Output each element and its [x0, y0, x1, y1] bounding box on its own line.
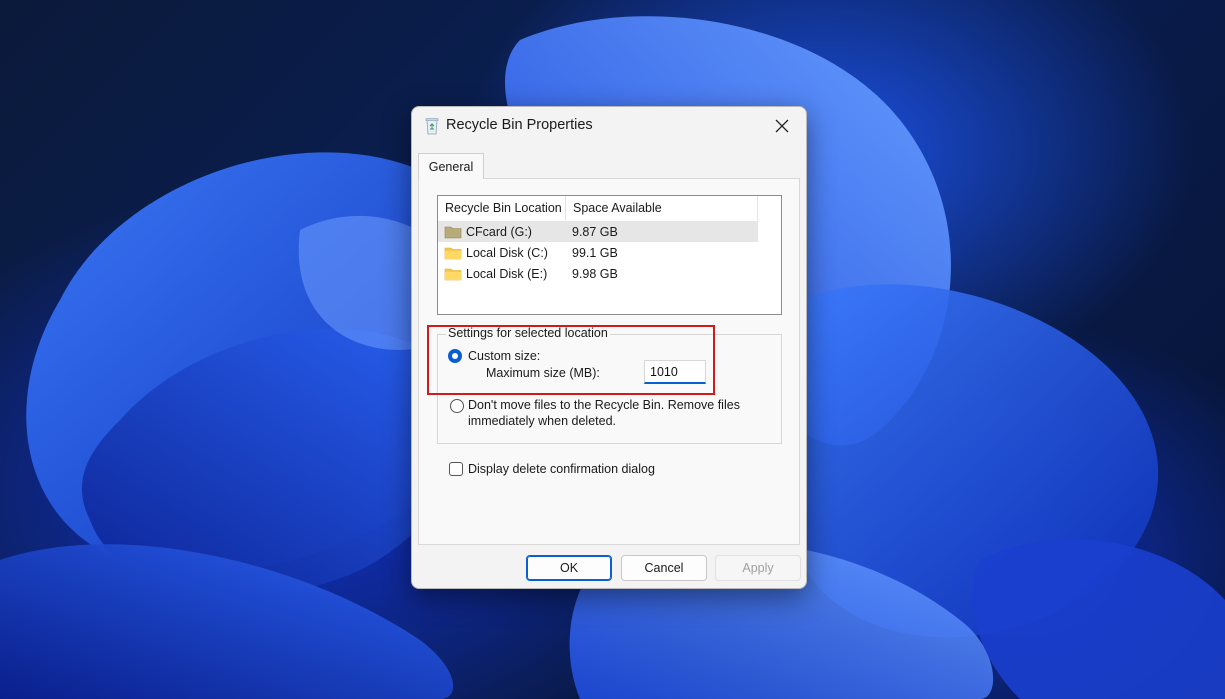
list-item-cfcard[interactable]: CFcard (G:) 9.87 GB: [438, 221, 758, 242]
delete-confirmation-label[interactable]: Display delete confirmation dialog: [468, 462, 655, 476]
apply-button[interactable]: Apply: [715, 555, 801, 581]
tab-general-label: General: [428, 159, 474, 174]
custom-size-radio[interactable]: [448, 349, 462, 363]
column-header-space-label: Space Available: [573, 201, 662, 215]
settings-group: Settings for selected location Custom si…: [437, 326, 782, 444]
list-item-local-disk-e[interactable]: Local Disk (E:) 9.98 GB: [438, 263, 758, 284]
column-header-space[interactable]: Space Available: [566, 196, 758, 220]
recycle-bin-properties-dialog: Recycle Bin Properties General Recycle B…: [411, 106, 807, 589]
general-tab-panel: Recycle Bin Location Space Available CFc…: [418, 178, 800, 545]
space-available-cell: 9.87 GB: [572, 224, 618, 239]
folder-icon: [444, 247, 462, 259]
column-header-location[interactable]: Recycle Bin Location: [438, 196, 566, 220]
dont-move-files-label-line1[interactable]: Don't move files to the Recycle Bin. Rem…: [468, 398, 740, 412]
location-name: Local Disk (C:): [466, 245, 548, 260]
tab-general[interactable]: General: [418, 153, 484, 179]
dialog-title: Recycle Bin Properties: [446, 117, 593, 133]
location-name: CFcard (G:): [466, 224, 532, 239]
list-header: Recycle Bin Location Space Available: [438, 196, 758, 220]
delete-confirmation-checkbox[interactable]: [449, 462, 463, 476]
ok-button[interactable]: OK: [526, 555, 612, 581]
space-available-cell: 99.1 GB: [572, 245, 618, 260]
drive-folder-icon: [444, 226, 462, 238]
settings-group-legend: Settings for selected location: [446, 326, 610, 340]
location-name: Local Disk (E:): [466, 266, 548, 281]
dont-move-files-label-line2[interactable]: immediately when deleted.: [468, 414, 616, 428]
close-icon: [775, 119, 789, 133]
recycle-bin-icon: [425, 118, 439, 135]
folder-icon: [444, 268, 462, 280]
close-button[interactable]: [764, 111, 800, 141]
maximum-size-input[interactable]: [644, 360, 706, 384]
column-header-location-label: Recycle Bin Location: [445, 201, 562, 215]
title-bar[interactable]: Recycle Bin Properties: [412, 107, 806, 145]
dont-move-files-radio[interactable]: [450, 399, 464, 413]
location-cell: Local Disk (E:): [444, 263, 547, 284]
custom-size-label[interactable]: Custom size:: [468, 349, 540, 363]
list-item-local-disk-c[interactable]: Local Disk (C:) 99.1 GB: [438, 242, 758, 263]
cancel-button[interactable]: Cancel: [621, 555, 707, 581]
space-available-cell: 9.98 GB: [572, 266, 618, 281]
recycle-bin-location-list[interactable]: Recycle Bin Location Space Available CFc…: [437, 195, 782, 315]
maximum-size-label: Maximum size (MB):: [486, 366, 600, 380]
location-cell: Local Disk (C:): [444, 242, 548, 263]
location-cell: CFcard (G:): [444, 221, 532, 242]
